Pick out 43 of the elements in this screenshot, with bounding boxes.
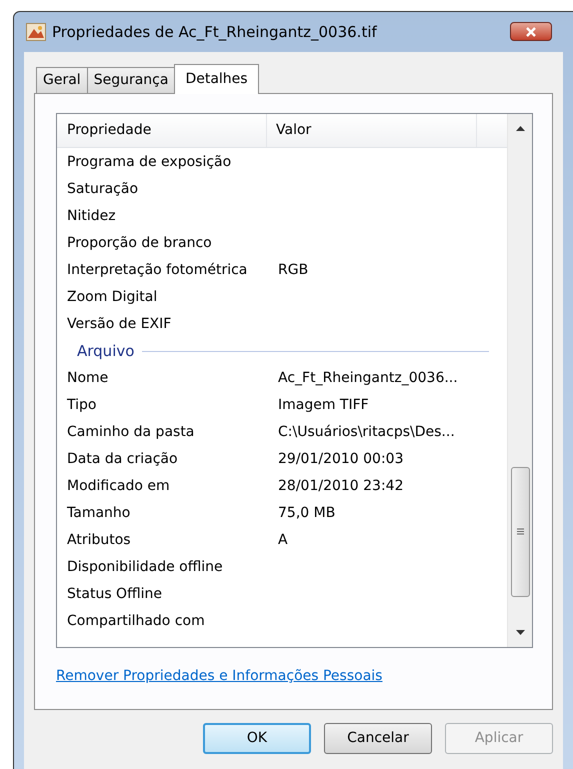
property-name: Tamanho [67, 504, 132, 523]
group-heading: Arquivo [77, 341, 136, 362]
close-button[interactable] [510, 22, 552, 42]
property-name: Proporção de branco [67, 234, 213, 253]
property-name: Nome [67, 368, 110, 388]
property-name: Atributos [67, 530, 132, 550]
dialog-button[interactable]: OK [203, 722, 311, 754]
property-name: Tipo [67, 396, 98, 415]
dialog-button[interactable]: Cancelar [324, 722, 432, 754]
property-name: Caminho da pasta [67, 422, 196, 442]
column-header[interactable]: Propriedade [57, 114, 267, 147]
property-value: Ac_Ft_Rheingantz_0036... [278, 368, 458, 388]
property-value: A [278, 530, 288, 550]
scroll-down-icon[interactable] [516, 630, 524, 635]
property-name: Nitidez [67, 206, 117, 226]
grip-icon [516, 528, 524, 536]
scroll-thumb[interactable] [510, 466, 530, 597]
property-value: Imagem TIFF [278, 396, 369, 415]
column-header[interactable]: Valor [267, 114, 477, 147]
property-name: Data da criação [67, 450, 179, 469]
property-name: Disponibilidade offline [67, 558, 224, 577]
scroll-up-icon[interactable] [516, 126, 524, 131]
property-value: RGB [278, 260, 308, 280]
property-name: Interpretação fotométrica [67, 260, 248, 280]
property-name: Modificado em [67, 476, 171, 496]
property-name: Zoom Digital [67, 288, 158, 307]
property-name: Versão de EXIF [67, 314, 172, 334]
tab[interactable]: Segurança [86, 66, 176, 93]
window-title: Propriedades de Ac_Ft_Rheingantz_0036.tif [52, 22, 377, 43]
tab[interactable]: Geral [36, 66, 88, 93]
property-value: 75,0 MB [278, 504, 336, 523]
property-name: Saturação [67, 180, 140, 199]
remove-properties-link[interactable]: Remover Propriedades e Informações Pessoais [56, 666, 382, 687]
scrollbar[interactable] [507, 114, 532, 647]
property-value: C:\Usuários\ritacps\Des... [278, 422, 455, 442]
property-value: 29/01/2010 00:03 [278, 450, 404, 469]
close-icon [525, 26, 537, 37]
property-name: Compartilhado com [67, 612, 206, 631]
image-file-icon [26, 22, 46, 41]
tab[interactable]: Detalhes [174, 64, 259, 94]
property-name: Programa de exposição [67, 152, 232, 172]
property-name: Status Offline [67, 584, 163, 604]
property-value: 28/01/2010 23:42 [278, 476, 404, 496]
